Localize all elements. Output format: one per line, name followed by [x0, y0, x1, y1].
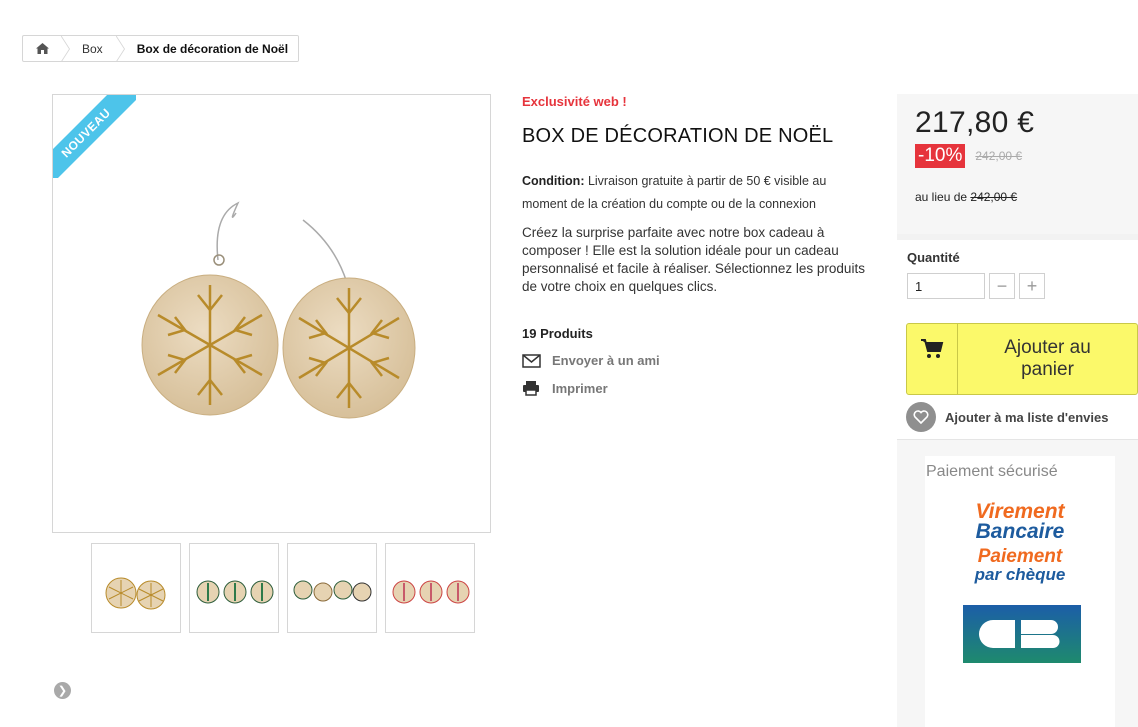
- add-to-cart-button[interactable]: Ajouter au panier: [906, 323, 1138, 395]
- thumbnail-3[interactable]: [287, 543, 377, 633]
- thumbnail-image: [293, 580, 372, 602]
- printer-icon: [523, 381, 539, 396]
- thumbnail-image: [392, 580, 470, 604]
- quantity-box: Quantité − +: [897, 234, 1138, 319]
- payment-box: Paiement sécurisé Virement Bancaire Paiem…: [897, 440, 1138, 727]
- breadcrumb-item-box[interactable]: Box: [60, 36, 117, 61]
- product-title: BOX DE DÉCORATION DE NOËL: [522, 125, 834, 147]
- quantity-increase-button[interactable]: +: [1019, 273, 1045, 299]
- new-ribbon-label: NOUVEAU: [53, 95, 136, 178]
- virement-line-1: Virement: [975, 500, 1065, 523]
- exclusive-label: Exclusivité web !: [522, 94, 627, 109]
- thumbnail-2[interactable]: [189, 543, 279, 633]
- thumbnail-1[interactable]: [91, 543, 181, 633]
- print-link[interactable]: Imprimer: [522, 380, 867, 396]
- add-to-cart-label-2: panier: [1021, 359, 1074, 380]
- instead-label: au lieu de: [915, 190, 971, 204]
- breadcrumb: Box Box de décoration de Noël: [22, 35, 300, 62]
- cheque-line-2: par chèque: [974, 565, 1066, 584]
- cart-icon: [921, 339, 944, 358]
- next-arrow-icon[interactable]: ❯: [54, 682, 71, 699]
- instead-price: au lieu de 242,00 €: [915, 190, 1120, 204]
- price-box: 217,80 € -10% 242,00 € au lieu de 242,00…: [897, 94, 1138, 234]
- quantity-label: Quantité: [907, 250, 960, 265]
- old-price: 242,00 €: [975, 149, 1023, 163]
- cheque-line-1: Paiement: [977, 546, 1063, 567]
- thumbnail-list: [91, 543, 475, 633]
- add-to-cart-label-1: Ajouter au: [1004, 337, 1091, 358]
- heart-icon: [913, 410, 929, 424]
- thumbnail-4[interactable]: [385, 543, 475, 633]
- product-info: Exclusivité web ! BOX DE DÉCORATION DE N…: [522, 94, 867, 396]
- virement-logo: Virement Bancaire: [925, 500, 1115, 543]
- cb-card-logo: [963, 605, 1081, 663]
- instead-value: 242,00 €: [970, 190, 1018, 204]
- cheque-logo: Paiement par chèque: [925, 546, 1115, 584]
- breadcrumb-current: Box de décoration de Noël: [114, 36, 299, 61]
- envelope-icon: [522, 353, 541, 368]
- print-label: Imprimer: [552, 380, 608, 396]
- home-icon: [36, 43, 49, 54]
- send-friend-link[interactable]: Envoyer à un ami: [522, 353, 867, 368]
- product-main-image[interactable]: NOUVEAU: [52, 94, 491, 533]
- wishlist-label: Ajouter à ma liste d'envies: [945, 409, 1109, 425]
- product-count: 19 Produits: [522, 326, 593, 341]
- quantity-decrease-button[interactable]: −: [989, 273, 1015, 299]
- breadcrumb-home[interactable]: [23, 36, 62, 61]
- condition-label: Condition:: [522, 174, 585, 188]
- quantity-input[interactable]: [907, 273, 985, 299]
- current-price: 217,80 €: [915, 106, 1035, 139]
- new-ribbon: NOUVEAU: [53, 95, 136, 178]
- thumbnail-image: [105, 577, 166, 610]
- send-friend-label: Envoyer à un ami: [552, 353, 660, 368]
- product-description: Créez la surprise parfaite avec notre bo…: [522, 225, 865, 294]
- wishlist-button[interactable]: Ajouter à ma liste d'envies: [906, 402, 1108, 432]
- payment-title: Paiement sécurisé: [926, 463, 1058, 476]
- condition: Condition: Livraison gratuite à partir d…: [522, 170, 867, 216]
- virement-line-2: Bancaire: [975, 520, 1065, 543]
- discount-badge: -10%: [915, 144, 966, 168]
- thumbnail-image: [196, 580, 274, 604]
